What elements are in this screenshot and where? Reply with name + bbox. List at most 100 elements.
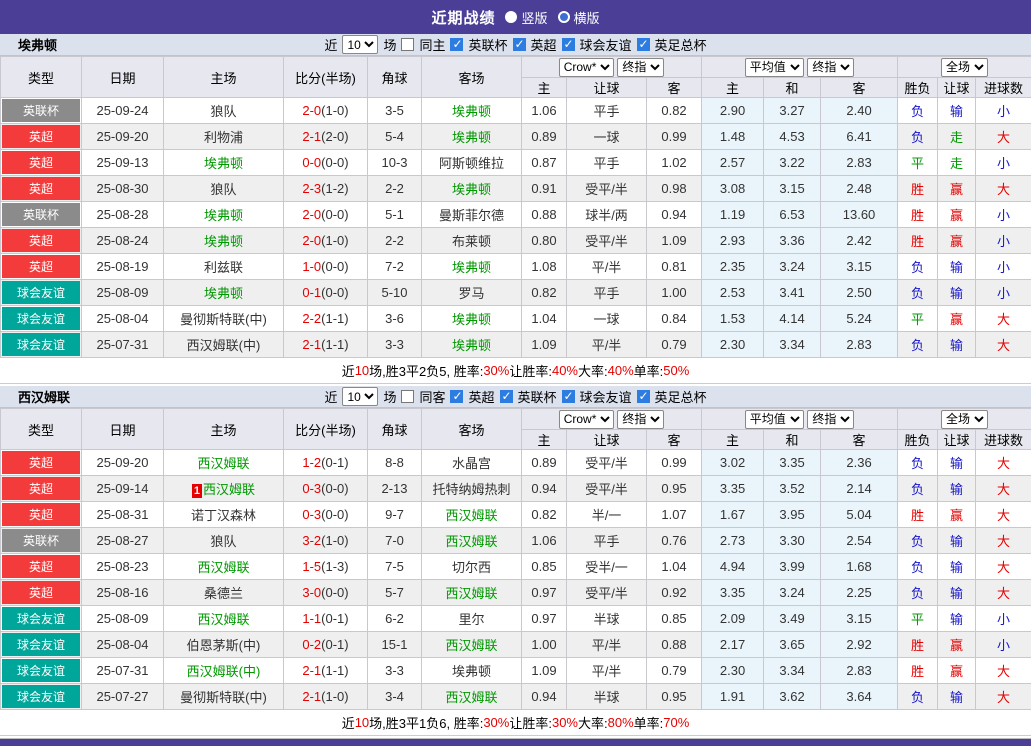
summary-segment: 50%	[663, 363, 689, 378]
column-header: 比分(半场)	[284, 57, 368, 98]
away-team: 托特纳姆热刺	[422, 476, 522, 502]
home-team-name: 桑德兰	[204, 586, 243, 601]
final-odds-select-2[interactable]: 终指	[807, 58, 854, 77]
match-date: 25-09-24	[82, 98, 164, 124]
home-team: 狼队	[164, 528, 284, 554]
odds-source-group: Crow* 终指	[522, 409, 702, 430]
handicap-odds-home: 0.89	[522, 450, 567, 476]
league-checkbox[interactable]	[637, 38, 650, 51]
same-venue-checkbox[interactable]	[401, 38, 414, 51]
handicap-odds-home: 1.08	[522, 254, 567, 280]
home-team-name: 诺丁汉森林	[191, 508, 256, 523]
match-row: 英超25-08-19利兹联1-0(0-0)7-2埃弗顿1.08平/半0.812.…	[1, 254, 1031, 280]
match-row: 英超25-08-31诺丁汉森林0-3(0-0)9-7西汉姆联0.82半/一1.0…	[1, 502, 1031, 528]
match-date: 25-08-09	[82, 606, 164, 632]
average-select[interactable]: 平均值	[745, 58, 804, 77]
corners: 3-4	[368, 684, 422, 710]
halftime-score: (2-0)	[321, 129, 348, 144]
scope-select[interactable]: 全场	[941, 58, 988, 77]
league-checkbox[interactable]	[450, 390, 463, 403]
column-header: 客场	[422, 57, 522, 98]
result-goals: 小	[976, 150, 1031, 176]
away-team: 埃弗顿	[422, 658, 522, 684]
matches-label: 场	[383, 387, 396, 406]
fulltime-score: 0-2	[302, 637, 321, 652]
handicap-name: 半球	[567, 606, 647, 632]
home-team: 埃弗顿	[164, 228, 284, 254]
away-team-name: 阿斯顿维拉	[439, 156, 504, 171]
halftime-score: (0-1)	[321, 455, 348, 470]
home-team-name: 西汉姆联	[197, 612, 249, 627]
scope-group: 全场	[898, 409, 1031, 430]
radio-horizontal[interactable]: 横版	[558, 8, 600, 27]
handicap-name: 受平/半	[567, 228, 647, 254]
handicap-odds-home: 0.97	[522, 606, 567, 632]
avg-home-odds: 2.30	[702, 658, 764, 684]
away-team: 水晶宫	[422, 450, 522, 476]
corners: 7-0	[368, 528, 422, 554]
away-team-name: 西汉姆联	[445, 690, 497, 705]
final-odds-select[interactable]: 终指	[617, 58, 664, 77]
result-handicap: 输	[938, 280, 976, 306]
avg-draw-odds: 3.24	[764, 580, 821, 606]
league-checkbox-label: 英联杯	[468, 35, 507, 54]
league-checkbox-label: 球会友谊	[580, 35, 632, 54]
average-odds-group: 平均值 终指	[702, 409, 898, 430]
filter-bar: 西汉姆联近10场同客英超英联杯球会友谊英足总杯	[0, 386, 1031, 408]
match-count-select[interactable]: 10	[342, 35, 378, 54]
league-checkbox[interactable]	[562, 390, 575, 403]
sub-column-header: 让球	[567, 78, 647, 98]
away-team-name: 西汉姆联	[445, 638, 497, 653]
avg-away-odds: 6.41	[821, 124, 898, 150]
result-handicap: 赢	[938, 658, 976, 684]
result-handicap: 输	[938, 606, 976, 632]
final-odds-select-2[interactable]: 终指	[807, 410, 854, 429]
column-header: 角球	[368, 409, 422, 450]
league-checkbox[interactable]	[513, 38, 526, 51]
league-checkbox[interactable]	[562, 38, 575, 51]
league-checkbox[interactable]	[637, 390, 650, 403]
home-team-name: 西汉姆联	[197, 560, 249, 575]
avg-away-odds: 3.64	[821, 684, 898, 710]
result-handicap: 赢	[938, 502, 976, 528]
league-checkbox[interactable]	[500, 390, 513, 403]
odds-source-select[interactable]: Crow*	[559, 410, 614, 429]
away-team: 埃弗顿	[422, 306, 522, 332]
handicap-odds-home: 1.06	[522, 98, 567, 124]
home-team-name: 曼彻斯特联(中)	[180, 690, 267, 705]
result-goals: 小	[976, 202, 1031, 228]
result-handicap: 赢	[938, 176, 976, 202]
corners: 10-3	[368, 150, 422, 176]
team-name: 西汉姆联	[18, 387, 70, 406]
avg-home-odds: 3.35	[702, 580, 764, 606]
result-wdl: 胜	[898, 228, 938, 254]
avg-away-odds: 2.50	[821, 280, 898, 306]
match-count-select[interactable]: 10	[342, 387, 378, 406]
radio-unselected-icon[interactable]	[558, 11, 570, 23]
radio-vertical-label[interactable]: 竖版	[521, 8, 547, 27]
handicap-odds-away: 0.99	[647, 450, 702, 476]
result-handicap: 输	[938, 554, 976, 580]
radio-vertical[interactable]: 竖版	[505, 8, 547, 27]
league-checkbox[interactable]	[450, 38, 463, 51]
summary-segment: 30%	[483, 715, 509, 730]
league-type-cell: 球会友谊	[1, 684, 82, 710]
average-select[interactable]: 平均值	[745, 410, 804, 429]
same-venue-checkbox[interactable]	[401, 390, 414, 403]
result-wdl: 负	[898, 124, 938, 150]
sub-column-header: 客	[821, 78, 898, 98]
avg-away-odds: 2.14	[821, 476, 898, 502]
radio-horizontal-label[interactable]: 横版	[574, 8, 600, 27]
handicap-odds-home: 1.09	[522, 658, 567, 684]
avg-draw-odds: 3.34	[764, 658, 821, 684]
filter-bar: 埃弗顿近10场同主英联杯英超球会友谊英足总杯	[0, 34, 1031, 56]
final-odds-select[interactable]: 终指	[617, 410, 664, 429]
league-badge: 英超	[2, 451, 80, 474]
radio-selected-icon[interactable]	[505, 11, 517, 23]
away-team: 西汉姆联	[422, 632, 522, 658]
league-badge: 英超	[2, 477, 80, 500]
scope-select[interactable]: 全场	[941, 410, 988, 429]
odds-source-select[interactable]: Crow*	[559, 58, 614, 77]
score-cell: 0-2(0-1)	[284, 632, 368, 658]
result-wdl: 负	[898, 476, 938, 502]
